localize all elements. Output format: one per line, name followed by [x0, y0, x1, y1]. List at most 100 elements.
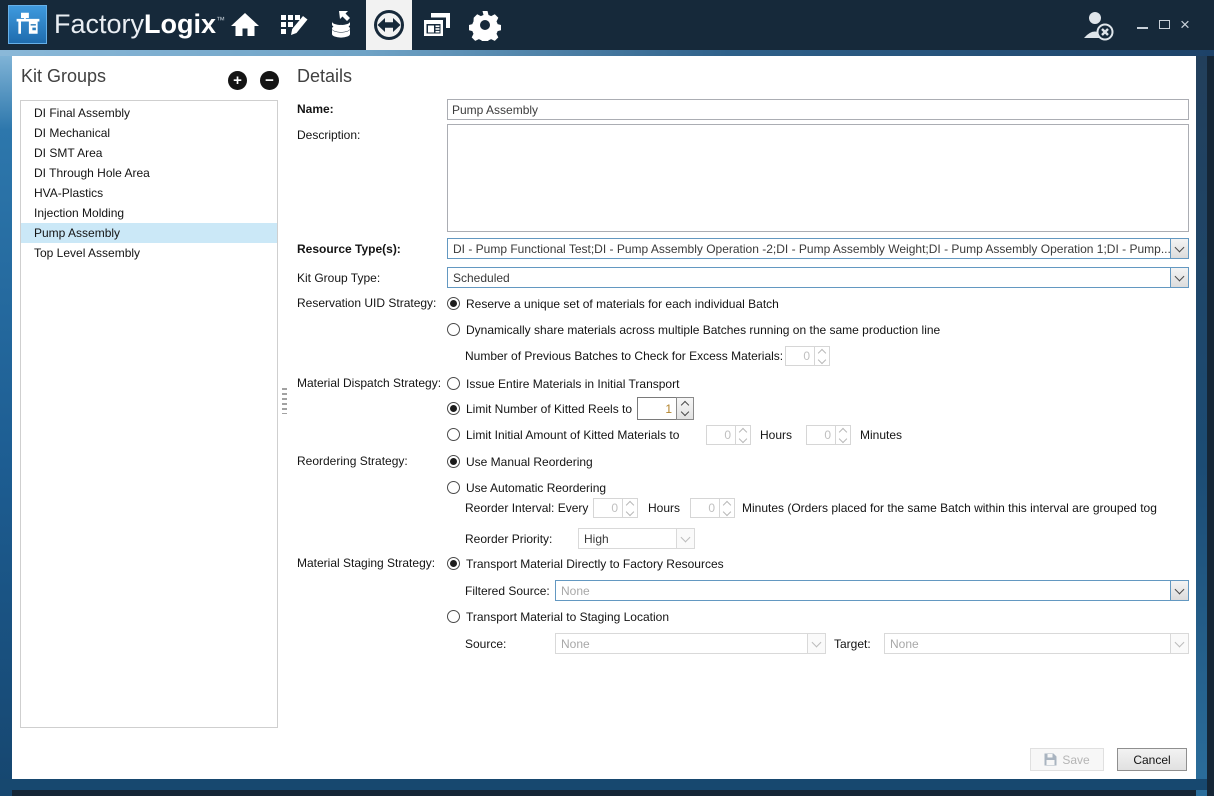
hours-label: Hours	[760, 428, 792, 443]
radio-issue-entire-label[interactable]: Issue Entire Materials in Initial Transp…	[466, 377, 679, 392]
details-title: Details	[297, 66, 352, 87]
spinner-up-down-icon[interactable]	[622, 498, 638, 518]
staging-strategy-label: Material Staging Strategy:	[297, 556, 435, 571]
target-dropdown: None	[884, 633, 1189, 654]
filtered-source-label: Filtered Source:	[465, 584, 550, 599]
radio-manual-reordering-label[interactable]: Use Manual Reordering	[466, 455, 593, 470]
dispatch-strategy-label: Material Dispatch Strategy:	[297, 376, 441, 391]
minutes-label: Minutes	[860, 428, 902, 443]
radio-limit-reels[interactable]	[447, 402, 460, 415]
kit-groups-title: Kit Groups	[21, 66, 106, 87]
list-item[interactable]: HVA-Plastics	[21, 183, 277, 203]
chevron-down-icon[interactable]	[1170, 581, 1188, 600]
minimize-button[interactable]	[1134, 14, 1150, 34]
amount-hours-spinner[interactable]: 0	[706, 425, 751, 445]
chevron-down-icon	[676, 529, 694, 548]
titlebar: FactoryLogix™	[0, 0, 1214, 50]
name-input[interactable]	[447, 99, 1189, 120]
window-frame-right	[1196, 56, 1207, 796]
user-logout-icon[interactable]	[1082, 10, 1116, 42]
remove-kit-group-button[interactable]: −	[260, 71, 279, 90]
maximize-icon	[1159, 20, 1170, 29]
chevron-down-icon	[1170, 634, 1188, 653]
window-frame-left	[0, 56, 12, 796]
reorder-interval-label: Reorder Interval: Every	[465, 501, 588, 516]
description-input[interactable]	[447, 124, 1189, 232]
amount-minutes-spinner[interactable]: 0	[806, 425, 851, 445]
list-item[interactable]: Top Level Assembly	[21, 243, 277, 263]
kit-group-type-label: Kit Group Type:	[297, 271, 380, 286]
radio-transport-direct-label[interactable]: Transport Material Directly to Factory R…	[466, 557, 724, 572]
radio-automatic-reordering-label[interactable]: Use Automatic Reordering	[466, 481, 606, 496]
interval-hours-spinner[interactable]: 0	[593, 498, 638, 518]
kitted-reels-spinner[interactable]: 1	[637, 397, 694, 420]
reorder-priority-label: Reorder Priority:	[465, 532, 552, 547]
materials-icon[interactable]	[318, 0, 364, 50]
radio-reserve-unique[interactable]	[447, 297, 460, 310]
save-button[interactable]: Save	[1030, 748, 1104, 771]
home-icon[interactable]	[222, 0, 268, 50]
radio-manual-reordering[interactable]	[447, 455, 460, 468]
radio-transport-direct[interactable]	[447, 557, 460, 570]
radio-issue-entire[interactable]	[447, 377, 460, 390]
source-dropdown: None	[555, 633, 826, 654]
spinner-up-down-icon[interactable]	[735, 425, 751, 445]
resource-types-label: Resource Type(s):	[297, 242, 401, 257]
radio-transport-staging-label[interactable]: Transport Material to Staging Location	[466, 610, 669, 625]
interval-minutes-spinner[interactable]: 0	[690, 498, 735, 518]
planning-grid-icon[interactable]	[270, 0, 316, 50]
radio-automatic-reordering[interactable]	[447, 481, 460, 494]
target-label: Target:	[834, 637, 871, 652]
kit-group-type-dropdown[interactable]: Scheduled	[447, 267, 1189, 288]
splitter-grip[interactable]	[282, 388, 287, 414]
filtered-source-dropdown[interactable]: None	[555, 580, 1189, 601]
prev-batches-spinner[interactable]: 0	[785, 346, 830, 366]
reservation-strategy-label: Reservation UID Strategy:	[297, 296, 436, 311]
spinner-up-down-icon[interactable]	[835, 425, 851, 445]
maximize-button[interactable]	[1156, 14, 1172, 34]
app-window: FactoryLogix™	[0, 0, 1214, 796]
spinner-up-down-icon[interactable]	[814, 346, 830, 366]
reorder-priority-dropdown: High	[578, 528, 695, 549]
description-label: Description:	[297, 128, 360, 143]
list-item[interactable]: DI Mechanical	[21, 123, 277, 143]
radio-limit-reels-label[interactable]: Limit Number of Kitted Reels to	[466, 402, 632, 417]
chevron-down-icon[interactable]	[1170, 239, 1188, 258]
main-nav	[222, 0, 508, 50]
reordering-strategy-label: Reordering Strategy:	[297, 454, 408, 469]
kit-groups-list: DI Final Assembly DI Mechanical DI SMT A…	[20, 100, 278, 728]
radio-limit-amount[interactable]	[447, 428, 460, 441]
window-frame-bottom	[0, 779, 1207, 790]
name-label: Name:	[297, 102, 334, 117]
close-button[interactable]: ×	[1177, 14, 1193, 34]
source-label: Source:	[465, 637, 506, 652]
spinner-up-down-icon[interactable]	[676, 397, 694, 420]
logistics-icon[interactable]	[366, 0, 412, 50]
save-floppy-icon	[1044, 753, 1057, 766]
cancel-button[interactable]: Cancel	[1117, 748, 1187, 771]
spinner-up-down-icon[interactable]	[719, 498, 735, 518]
list-item-selected[interactable]: Pump Assembly	[21, 223, 277, 243]
resource-types-dropdown[interactable]: DI - Pump Functional Test;DI - Pump Asse…	[447, 238, 1189, 259]
list-item[interactable]: DI SMT Area	[21, 143, 277, 163]
radio-limit-amount-label[interactable]: Limit Initial Amount of Kitted Materials…	[466, 428, 679, 443]
chevron-down-icon	[807, 634, 825, 653]
add-kit-group-button[interactable]: +	[228, 71, 247, 90]
settings-gear-icon[interactable]	[462, 0, 508, 50]
radio-reserve-unique-label[interactable]: Reserve a unique set of materials for ea…	[466, 297, 779, 312]
list-item[interactable]: DI Final Assembly	[21, 103, 277, 123]
app-title: FactoryLogix™	[54, 9, 225, 40]
radio-transport-staging[interactable]	[447, 610, 460, 623]
radio-share-materials-label[interactable]: Dynamically share materials across multi…	[466, 323, 940, 338]
list-item[interactable]: Injection Molding	[21, 203, 277, 223]
list-item[interactable]: DI Through Hole Area	[21, 163, 277, 183]
close-icon: ×	[1180, 16, 1190, 33]
radio-share-materials[interactable]	[447, 323, 460, 336]
prev-batches-label: Number of Previous Batches to Check for …	[465, 349, 783, 364]
hours-label: Hours	[648, 501, 680, 516]
minimize-icon	[1137, 27, 1148, 29]
chevron-down-icon[interactable]	[1170, 268, 1188, 287]
production-windows-icon[interactable]	[414, 0, 460, 50]
factorylogix-logo	[8, 5, 47, 44]
minutes-note-label: Minutes (Orders placed for the same Batc…	[742, 501, 1189, 516]
